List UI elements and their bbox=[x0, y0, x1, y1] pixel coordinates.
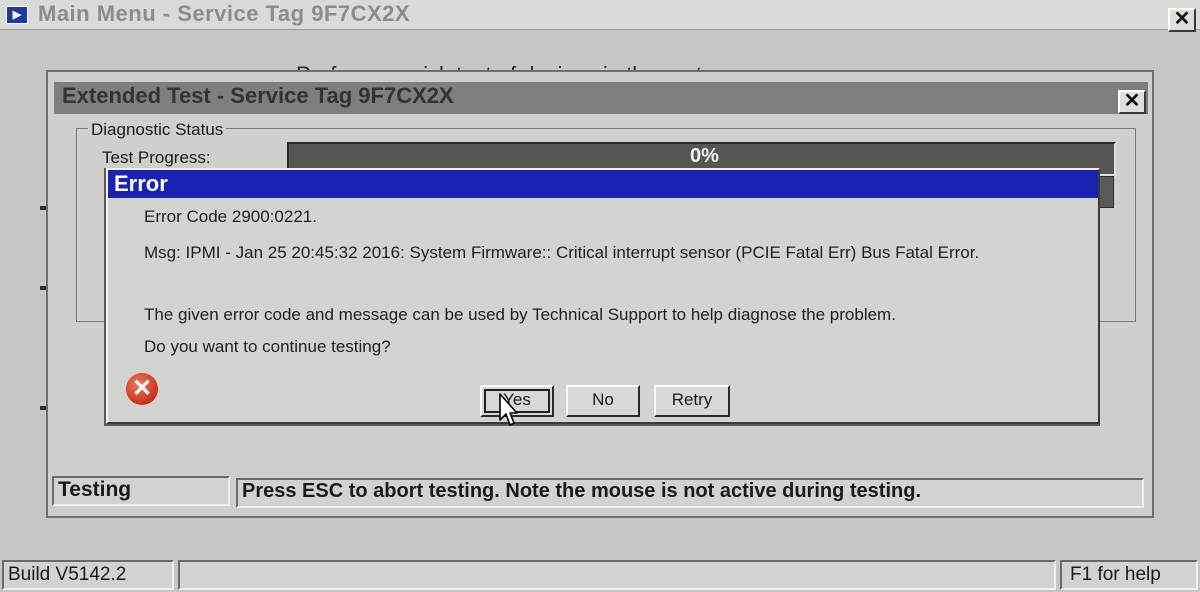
esc-message-text: Press ESC to abort testing. Note the mou… bbox=[242, 480, 921, 502]
help-hint-text: F1 for help bbox=[1070, 564, 1161, 585]
extended-test-titlebar: Extended Test - Service Tag 9F7CX2X bbox=[54, 82, 1148, 114]
mouse-pointer-icon bbox=[499, 393, 518, 426]
main-window-title: Main Menu - Service Tag 9F7CX2X bbox=[38, 1, 411, 26]
test-progress-label: Test Progress: bbox=[102, 148, 211, 167]
build-version-text: Build V5142.2 bbox=[8, 564, 127, 585]
app-window-icon: ▶ bbox=[6, 6, 28, 24]
test-progress-percent: 0% bbox=[690, 145, 719, 167]
error-dialog-titlebar: Error bbox=[108, 170, 1098, 198]
extended-test-close-button[interactable]: ✕ bbox=[1118, 90, 1146, 114]
status-message-field bbox=[178, 560, 1056, 590]
error-help-text: The given error code and message can be … bbox=[144, 305, 896, 324]
diagnostic-status-label: Diagnostic Status bbox=[88, 120, 227, 140]
main-window-titlebar: ▶ Main Menu - Service Tag 9F7CX2X bbox=[0, 0, 1200, 30]
extended-test-title: Extended Test - Service Tag 9F7CX2X bbox=[62, 83, 454, 108]
retry-button[interactable]: Retry bbox=[654, 385, 730, 417]
no-button[interactable]: No bbox=[566, 385, 640, 417]
main-close-button[interactable]: ✕ bbox=[1168, 8, 1196, 32]
error-dialog-title: Error bbox=[114, 171, 168, 196]
continue-question-text: Do you want to continue testing? bbox=[144, 337, 391, 356]
error-message-text: Msg: IPMI - Jan 25 20:45:32 2016: System… bbox=[144, 243, 980, 262]
testing-status-label: Testing bbox=[58, 478, 132, 501]
error-x-icon: ✕ bbox=[126, 373, 158, 405]
error-code-text: Error Code 2900:0221. bbox=[144, 207, 317, 226]
